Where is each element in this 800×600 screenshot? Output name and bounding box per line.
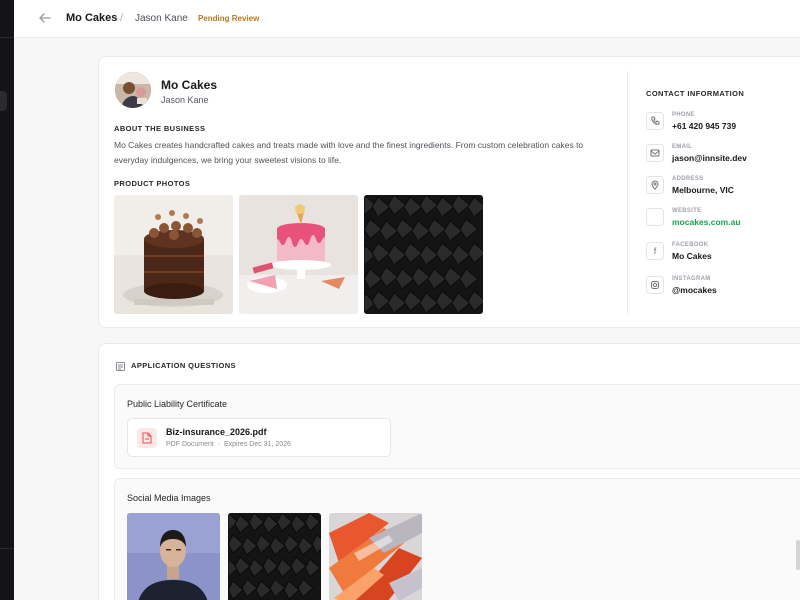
contact-label: FACEBOOK bbox=[672, 242, 709, 248]
contact-email: EMAIL jason@innsite.dev bbox=[646, 144, 800, 172]
contact-facebook: f FACEBOOK Mo Cakes bbox=[646, 242, 800, 270]
contact-heading: CONTACT INFORMATION bbox=[646, 89, 745, 98]
top-bar: Mo Cakes / Jason Kane Pending Review bbox=[14, 0, 800, 38]
sidebar-divider bbox=[0, 548, 14, 549]
contact-label: WEBSITE bbox=[672, 208, 702, 214]
website-link[interactable]: mocakes.com.au bbox=[672, 217, 741, 227]
breadcrumb-separator: / bbox=[120, 12, 124, 24]
column-divider bbox=[627, 71, 628, 315]
status-badge: Pending Review bbox=[198, 14, 260, 23]
social-image-abstract[interactable] bbox=[329, 513, 422, 600]
instagram-icon bbox=[646, 276, 664, 294]
mail-icon bbox=[646, 144, 664, 162]
about-heading: ABOUT THE BUSINESS bbox=[114, 124, 206, 133]
owner-name: Jason Kane bbox=[161, 95, 209, 105]
location-icon bbox=[646, 176, 664, 194]
contact-value[interactable]: +61 420 945 739 bbox=[672, 121, 736, 131]
sidebar-divider bbox=[0, 37, 14, 38]
contact-instagram: INSTAGRAM @mocakes bbox=[646, 276, 800, 304]
application-questions-card: APPLICATION QUESTIONS Public Liability C… bbox=[98, 343, 800, 600]
contact-address: ADDRESS Melbourne, VIC bbox=[646, 176, 800, 204]
product-photo-pattern[interactable] bbox=[364, 195, 483, 314]
facebook-icon: f bbox=[646, 242, 664, 260]
scrollbar[interactable] bbox=[796, 540, 800, 570]
social-media-question: Social Media Images bbox=[114, 478, 800, 600]
contact-value[interactable]: jason@innsite.dev bbox=[672, 153, 747, 163]
avatar bbox=[115, 72, 151, 108]
app-sidebar bbox=[0, 0, 14, 600]
pdf-file-icon bbox=[137, 428, 157, 448]
breadcrumb-owner: Jason Kane bbox=[135, 13, 188, 24]
file-name: Biz-insurance_2026.pdf bbox=[166, 427, 267, 437]
contact-value: Melbourne, VIC bbox=[672, 185, 734, 195]
contact-label: INSTAGRAM bbox=[672, 276, 711, 282]
contact-value[interactable]: Mo Cakes bbox=[672, 251, 712, 261]
question-title: Public Liability Certificate bbox=[127, 399, 228, 409]
file-type: PDF Document bbox=[166, 441, 214, 448]
breadcrumb-business[interactable]: Mo Cakes bbox=[66, 12, 117, 24]
product-photo-pink-cake[interactable] bbox=[239, 195, 358, 314]
contact-label: ADDRESS bbox=[672, 176, 704, 182]
business-name: Mo Cakes bbox=[161, 78, 218, 92]
contact-phone: PHONE +61 420 945 739 bbox=[646, 112, 800, 140]
contact-website: WEBSITE mocakes.com.au bbox=[646, 208, 800, 236]
contact-label: EMAIL bbox=[672, 144, 693, 150]
business-profile-card: Mo Cakes Jason Kane ABOUT THE BUSINESS M… bbox=[98, 56, 800, 328]
meta-dot: · bbox=[217, 441, 221, 448]
question-title: Social Media Images bbox=[127, 493, 211, 503]
file-meta: PDF Document · Expires Dec 31, 2026 bbox=[166, 441, 291, 448]
about-text: Mo Cakes creates handcrafted cakes and t… bbox=[114, 140, 584, 165]
back-arrow-icon[interactable] bbox=[37, 10, 53, 26]
phone-icon bbox=[646, 112, 664, 130]
liability-question: Public Liability Certificate Biz-insuran… bbox=[114, 384, 800, 469]
file-attachment[interactable]: Biz-insurance_2026.pdf PDF Document · Ex… bbox=[127, 418, 391, 457]
questions-heading: APPLICATION QUESTIONS bbox=[131, 361, 236, 370]
contact-value[interactable]: @mocakes bbox=[672, 285, 717, 295]
file-expiry: Expires Dec 31, 2026 bbox=[223, 441, 291, 448]
contact-label: PHONE bbox=[672, 112, 695, 118]
sidebar-active-indicator[interactable] bbox=[0, 91, 7, 111]
social-image-pattern[interactable] bbox=[228, 513, 321, 600]
product-photo-chocolate-cake[interactable] bbox=[114, 195, 233, 314]
photos-heading: PRODUCT PHOTOS bbox=[114, 179, 191, 188]
form-icon bbox=[115, 359, 126, 371]
globe-icon bbox=[646, 208, 664, 226]
social-image-portrait[interactable] bbox=[127, 513, 220, 600]
